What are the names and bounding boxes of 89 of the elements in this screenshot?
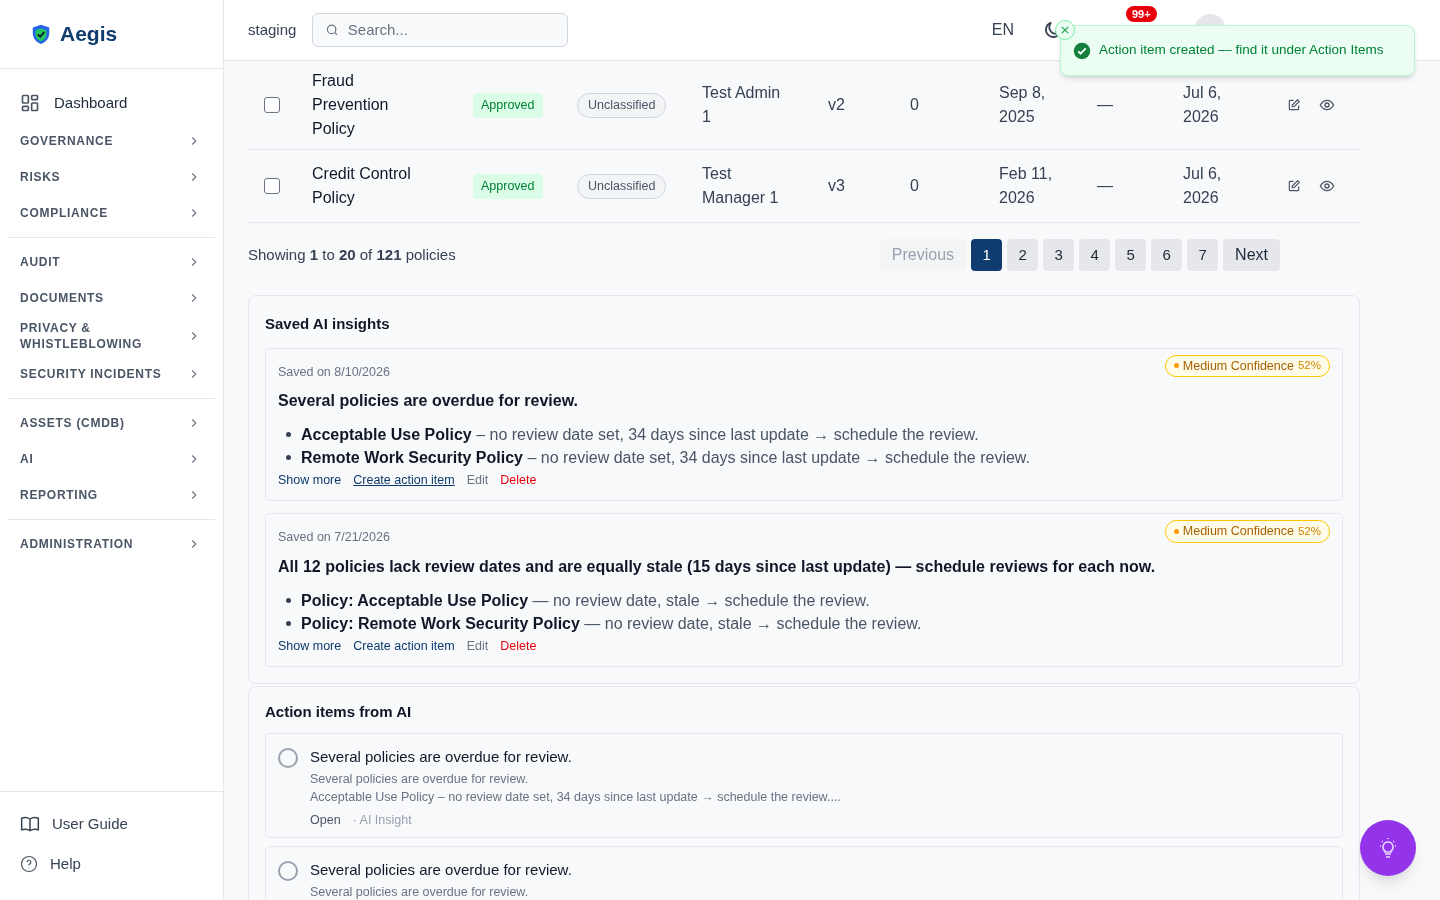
- nav-item[interactable]: Dashboard: [8, 85, 215, 121]
- status-badge: Approved: [473, 174, 543, 199]
- page-button[interactable]: 3: [1043, 239, 1075, 271]
- dashboard-icon: [20, 93, 40, 113]
- table-cell-text: 0: [910, 95, 920, 115]
- action-link[interactable]: Edit: [466, 471, 489, 490]
- nav-section[interactable]: DOCUMENTS: [8, 280, 215, 316]
- pagination-button: Previous: [879, 239, 967, 271]
- table-cell-text: Test Manager 1: [702, 164, 780, 208]
- environment-label: staging: [248, 19, 297, 40]
- nav-section[interactable]: GOVERNANCE: [8, 123, 215, 159]
- action-item-title: Several policies are overdue for review.: [310, 747, 573, 767]
- bullet-text: Remote Work Security Policy – no review date set, 34 days since last update → schedule the review.: [301, 448, 1030, 469]
- footer-link[interactable]: Help: [20, 844, 203, 884]
- confidence-badge: Medium Confidence 52%: [1164, 520, 1330, 543]
- nav-section[interactable]: ASSETS (CMDB): [8, 405, 215, 441]
- page-button[interactable]: 5: [1115, 239, 1147, 271]
- action-item-title: Several policies are overdue for review.: [310, 860, 572, 881]
- source-label: · AI Insight: [352, 811, 412, 829]
- table-cell-text: Jul 6, 2026: [1183, 164, 1223, 208]
- eye-icon[interactable]: [1319, 178, 1335, 194]
- table-cell-text: —: [1097, 95, 1114, 115]
- classification-tag: Unclassified: [577, 174, 667, 199]
- status-badge: Approved: [473, 93, 543, 118]
- action-link[interactable]: Delete: [500, 636, 537, 656]
- table-cell-text: v3: [828, 176, 846, 196]
- page-button[interactable]: 1: [971, 239, 1003, 271]
- edit-icon[interactable]: [1287, 179, 1301, 193]
- page-button[interactable]: 6: [1151, 239, 1183, 271]
- book-icon: [20, 814, 40, 834]
- nav-section[interactable]: PRIVACY & WHISTLEBLOWING: [8, 316, 215, 356]
- section-title: Action items from AI: [265, 701, 413, 722]
- policy-name[interactable]: Fraud Prevention Policy: [312, 69, 430, 141]
- nav-section[interactable]: COMPLIANCE: [8, 195, 215, 231]
- action-item-description: Several policies are overdue for review.: [310, 770, 530, 787]
- bullet-text: Acceptable Use Policy – no review date set, 34 days since last update → schedule the review.: [301, 425, 979, 446]
- nav-section[interactable]: AI: [8, 441, 215, 477]
- help-icon: [20, 855, 38, 873]
- table-cell-text: Test Admin 1: [702, 83, 782, 127]
- pagination-button[interactable]: Next: [1223, 239, 1280, 271]
- saved-date: Saved on 8/10/2026: [278, 363, 390, 381]
- edit-icon[interactable]: [1287, 98, 1301, 112]
- search-icon: [325, 22, 340, 38]
- checkbox[interactable]: [264, 97, 280, 113]
- action-item-description: Acceptable Use Policy – no review date set, 34 days since last update → schedule the review....: [310, 788, 841, 805]
- confidence-badge: Medium Confidence 52%: [1164, 354, 1330, 378]
- status-label: Open: [310, 811, 341, 829]
- table-cell-text: v2: [828, 95, 846, 115]
- table-cell-text: 0: [910, 176, 920, 196]
- eye-icon[interactable]: [1319, 97, 1335, 113]
- insight-title: Several policies are overdue for review.: [278, 391, 579, 412]
- bullet-text: Policy: Acceptable Use Policy — no review date, stale → schedule the review.: [301, 590, 870, 611]
- classification-tag: Unclassified: [577, 93, 667, 118]
- action-link[interactable]: Delete: [500, 471, 537, 490]
- nav-section[interactable]: RISKS: [8, 159, 215, 195]
- saved-date: Saved on 7/21/2026: [278, 529, 390, 546]
- action-link[interactable]: Edit: [466, 636, 489, 656]
- brand-name: Aegis: [60, 21, 118, 48]
- section-title: Saved AI insights: [265, 314, 391, 334]
- action-link[interactable]: Create action item: [353, 471, 455, 490]
- nav-section[interactable]: ADMINISTRATION: [8, 526, 215, 562]
- table-cell-text: —: [1097, 176, 1114, 196]
- page-button[interactable]: 2: [1007, 239, 1039, 271]
- page-button[interactable]: 4: [1079, 239, 1111, 271]
- language-button[interactable]: EN: [991, 18, 1014, 42]
- policy-name[interactable]: Credit Control Policy: [312, 162, 430, 210]
- action-item-description: Several policies are overdue for review.: [310, 883, 530, 900]
- shield-logo-icon: [30, 23, 52, 45]
- notification-count: 99+: [1126, 6, 1157, 22]
- search-input: Search...: [347, 18, 556, 42]
- pagination-summary: Showing 1 to 20 of 121 policies: [248, 244, 456, 265]
- nav-section[interactable]: SECURITY INCIDENTS: [8, 356, 215, 392]
- close-icon: [1061, 26, 1069, 34]
- table-cell-text: Feb 11, 2026: [999, 164, 1054, 208]
- nav-section[interactable]: REPORTING: [8, 477, 215, 513]
- action-link[interactable]: Show more: [278, 636, 342, 656]
- footer-link[interactable]: User Guide: [20, 804, 203, 844]
- search-field[interactable]: Search...: [312, 13, 569, 47]
- nav-section[interactable]: AUDIT: [8, 244, 215, 280]
- toast-message: Action item created — find it under Action Items: [1099, 41, 1384, 60]
- action-link[interactable]: Show more: [278, 471, 342, 490]
- checkbox[interactable]: [264, 178, 280, 194]
- table-cell-text: Sep 8, 2025: [999, 83, 1047, 127]
- bullet-text: Policy: Remote Work Security Policy — no review date, stale → schedule the review.: [301, 613, 922, 634]
- table-cell-text: Jul 6, 2026: [1183, 83, 1223, 127]
- page-button[interactable]: 7: [1187, 239, 1219, 271]
- action-link[interactable]: Create action item: [353, 636, 455, 656]
- check-circle-icon: [1073, 41, 1091, 60]
- insight-title: All 12 policies lack review dates and are equally stale (15 days since last update) — schedule reviews for each now.: [278, 556, 1157, 577]
